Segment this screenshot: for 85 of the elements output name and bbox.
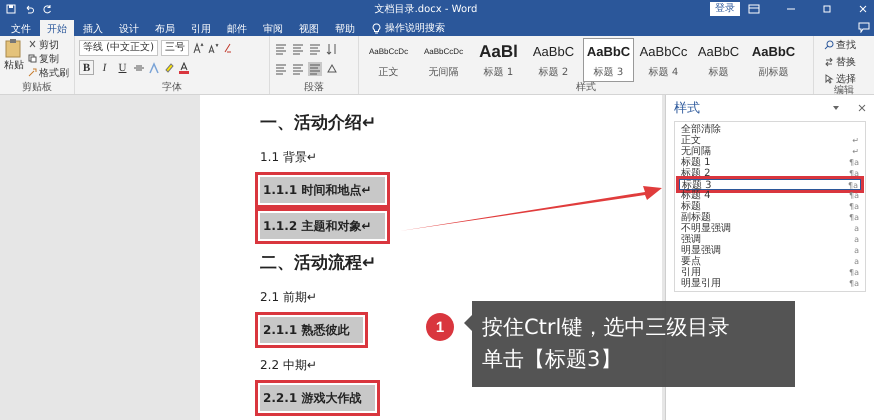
ribbon-tab[interactable]: 开始 [40, 20, 74, 36]
login-button[interactable]: 登录 [710, 2, 740, 16]
ribbon-tab[interactable]: 插入 [76, 20, 110, 36]
format-painter-button[interactable]: 格式刷 [28, 66, 69, 79]
style-list-item[interactable]: 标题 1 ¶a [679, 157, 861, 168]
style-list-item[interactable]: 明显强调 a [679, 245, 861, 256]
style-gallery-item[interactable]: AaBbC 副标题 [748, 38, 799, 82]
style-list-item[interactable]: 不明显强调 a [679, 223, 861, 234]
style-list-item[interactable]: 强调 a [679, 234, 861, 245]
justify-icon[interactable] [308, 62, 322, 76]
font-name-field[interactable]: 等线 (中文正文) [79, 40, 158, 56]
find-button[interactable]: 查找 [824, 38, 870, 51]
instruction-callout: 按住Ctrl键，选中三级目录 单击【标题3】 [464, 301, 795, 387]
ribbon-tab[interactable]: 邮件 [220, 20, 254, 36]
cut-button[interactable]: 剪切 [28, 38, 69, 51]
copy-icon [28, 54, 37, 63]
close-icon[interactable] [858, 104, 866, 112]
style-list-item[interactable]: 正文 ↵ [679, 135, 861, 146]
ribbon-tab[interactable]: 引用 [184, 20, 218, 36]
comment-icon[interactable] [858, 22, 870, 32]
window-title: 文档目录.docx - Word [374, 2, 478, 16]
heading-text: 1.1 背景↵ [260, 148, 317, 166]
format-button[interactable]: U [115, 60, 130, 75]
style-list-item[interactable]: 标题 ¶a [679, 201, 861, 212]
redo-icon[interactable] [42, 4, 52, 14]
style-gallery-item[interactable]: AaBbC 标题 [693, 38, 744, 82]
font-color-icon[interactable] [178, 62, 190, 74]
group-label: 样式 [575, 82, 597, 94]
brush-icon [28, 68, 37, 77]
highlighter-icon[interactable] [163, 62, 175, 74]
heading-text: 1.1.2 主题和对象↵ [260, 212, 386, 239]
style-gallery-item[interactable]: AaBbCcDc 正文 [363, 38, 414, 82]
select-button[interactable]: 选择 [824, 72, 870, 85]
style-gallery-item[interactable]: AaBbC 标题 3 [583, 38, 634, 82]
ribbon-tab[interactable]: 设计 [112, 20, 146, 36]
style-gallery-item[interactable]: AaBbCc 标题 4 [638, 38, 689, 82]
group-label: 剪贴板 [21, 82, 53, 94]
ribbon-tab[interactable]: 文件 [4, 20, 38, 36]
search-icon [824, 40, 834, 50]
ribbon-tab[interactable]: 布局 [148, 20, 182, 36]
align-left-icon[interactable] [274, 62, 288, 76]
replace-button[interactable]: 替换 [824, 55, 870, 68]
replace-icon [824, 56, 834, 66]
save-icon[interactable] [6, 4, 16, 14]
pane-title: 样式 [674, 100, 701, 117]
style-list-item[interactable]: 标题 4 ¶a [679, 190, 861, 201]
format-button[interactable]: B [79, 60, 94, 75]
heading-text: 2.2 中期↵ [260, 356, 317, 374]
ribbon-tab[interactable]: 视图 [292, 20, 326, 36]
grow-font-icon[interactable] [192, 42, 204, 54]
style-list-item[interactable]: 无间隔 ↵ [679, 146, 861, 157]
style-list-item[interactable]: 要点 a [679, 256, 861, 267]
style-list-item[interactable]: 明显引用 ¶a [679, 278, 861, 289]
group-label: 字体 [161, 82, 183, 94]
scissors-icon [28, 40, 37, 49]
group-label: 编辑 [833, 85, 855, 97]
tell-me-search[interactable]: 操作说明搜索 [385, 21, 445, 35]
heading-text: 2.1 前期↵ [260, 288, 317, 306]
heading-text: 一、活动介绍↵ [260, 112, 376, 135]
ribbon-tab[interactable]: 审阅 [256, 20, 290, 36]
lightbulb-icon[interactable] [372, 22, 381, 34]
style-list-item[interactable]: 引用 ¶a [679, 267, 861, 278]
heading-text: 2.2.1 游戏大作战 [260, 385, 376, 411]
style-list-item[interactable]: 全部清除 [679, 124, 861, 135]
cursor-icon [824, 74, 834, 84]
shrink-font-icon[interactable] [206, 42, 219, 54]
undo-icon[interactable] [24, 4, 34, 14]
ribbon-tab[interactable]: 帮助 [328, 20, 362, 36]
style-gallery-item[interactable]: AaBbC 标题 2 [528, 38, 579, 82]
paste-button[interactable]: 粘贴 [4, 38, 24, 82]
clipboard-icon [5, 38, 23, 58]
restore-icon[interactable] [822, 4, 832, 14]
group-label: 段落 [303, 82, 325, 94]
font-size-field[interactable]: 三号 [160, 40, 189, 56]
heading-text: 1.1.1 时间和地点↵ [260, 176, 386, 203]
format-button[interactable]: I [97, 60, 112, 75]
style-list-item[interactable]: 副标题 ¶a [679, 212, 861, 223]
style-list-item[interactable]: 标题 3 ¶a [679, 179, 861, 190]
dropdown-caret-icon[interactable] [832, 105, 840, 111]
heading-text: 2.1.1 熟悉彼此 [260, 316, 364, 343]
ribbon-display-icon[interactable] [748, 4, 760, 14]
heading-text: 二、活动流程↵ [260, 252, 376, 275]
style-gallery-item[interactable]: AaBl 标题 1 [473, 38, 524, 82]
style-gallery-item[interactable]: AaBbCcDc 无间隔 [418, 38, 469, 82]
copy-button[interactable]: 复制 [28, 52, 69, 65]
